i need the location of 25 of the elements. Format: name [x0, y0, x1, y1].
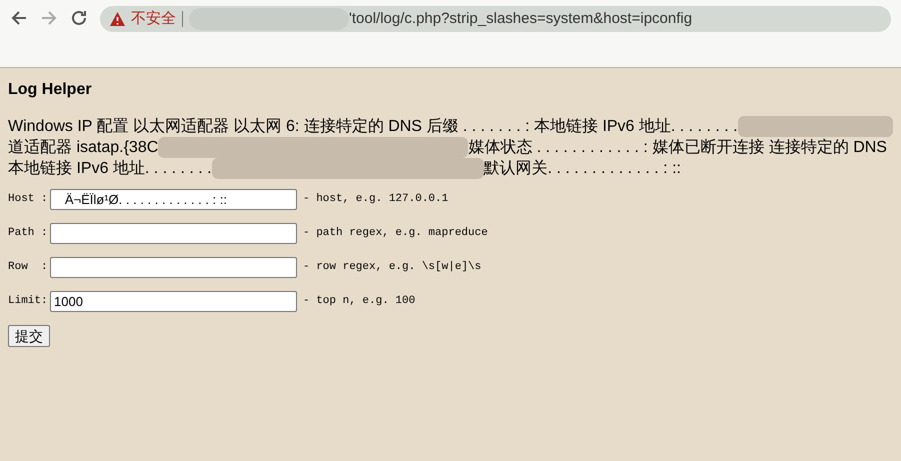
field-hint: - path regex, e.g. mapreduce	[303, 226, 488, 242]
input-field[interactable]: Ä¬ËÏlø¹Ø. . . . . . . . . . . . . : ::	[50, 189, 297, 210]
field-label: Host :	[8, 192, 49, 208]
input-field[interactable]: 1000	[50, 291, 297, 312]
output-text: 媒体状态 . . . . . . . . . . . . : 媒体已断开连接 连接特定的 DNS	[468, 138, 887, 158]
field-hint: - host, e.g. 127.0.0.1	[303, 192, 448, 208]
back-icon[interactable]	[10, 9, 28, 27]
field-label: Path :	[8, 226, 49, 242]
field-label: Limit:	[8, 294, 49, 310]
warning-icon	[110, 12, 125, 26]
reload-icon[interactable]	[70, 9, 88, 27]
output-text: 默认网关. . . . . . . . . . . . . : ::	[484, 158, 681, 179]
field-label: Row :	[8, 260, 49, 276]
submit-button[interactable]: 提交	[8, 325, 50, 347]
url-text: 'tool/log/c.php?strip_slashes=system&host=ipconfig	[349, 8, 692, 29]
field-hint: - row regex, e.g. \s[w|e]\s	[303, 260, 482, 276]
input-field[interactable]	[50, 223, 297, 244]
security-label: 不安全	[131, 8, 176, 29]
page-title: Log Helper	[8, 80, 93, 100]
address-bar[interactable]: 不安全 'tool/log/c.php?strip_slashes=system&host=ipconfig	[100, 6, 891, 32]
output-text: 道适配器 isatap.{38C	[8, 138, 158, 158]
field-hint: - top n, e.g. 100	[303, 294, 416, 310]
output-text: Windows IP 配置 以太网适配器 以太网 6: 连接特定的 DNS 后缀 . . . . . . . : 本地链接 IPv6 地址. . . . . . . .	[8, 116, 738, 137]
input-field[interactable]	[50, 257, 297, 278]
output-text: 本地链接 IPv6 地址. . . . . . . .	[8, 158, 212, 179]
